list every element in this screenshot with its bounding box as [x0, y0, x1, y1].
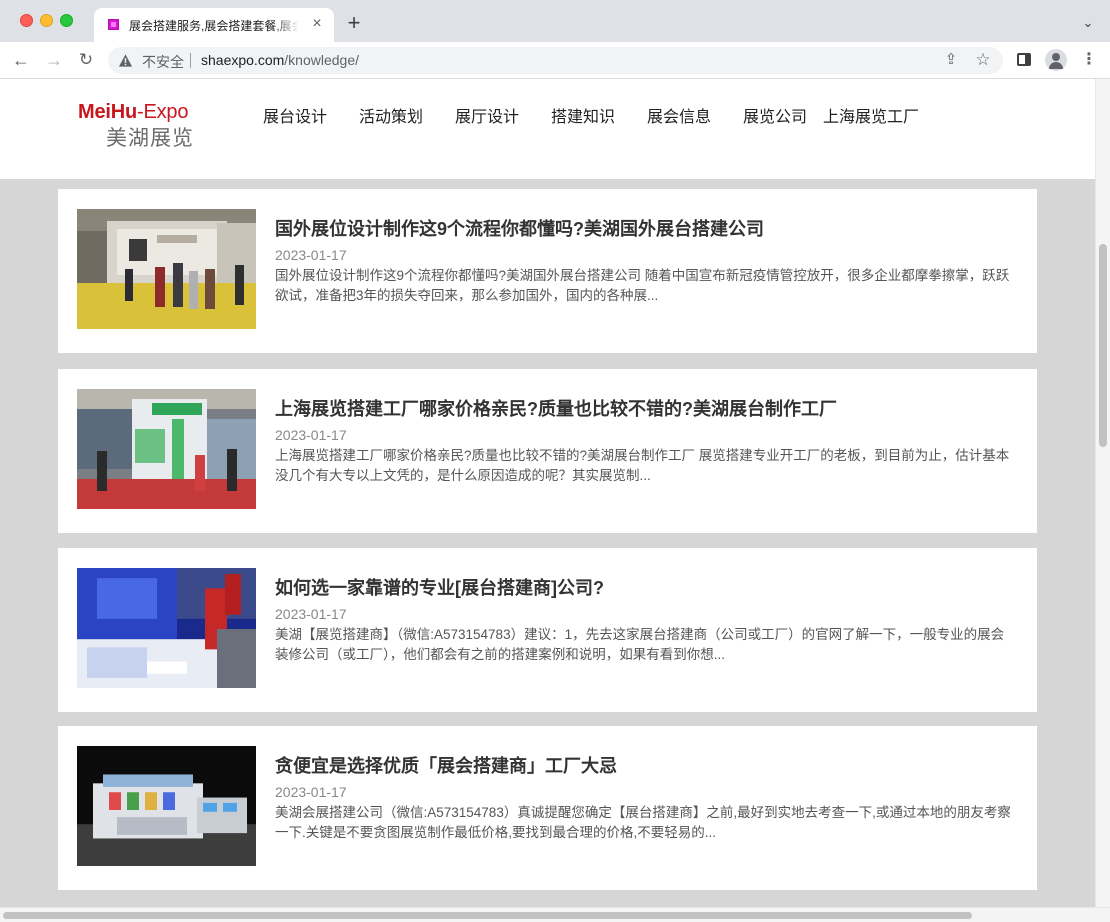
site-header: MeiHu-Expo 美湖展览 展台设计 活动策划 展厅设计 搭建知识 展会信息…: [0, 79, 1095, 179]
profile-avatar-icon[interactable]: [1045, 49, 1067, 71]
nav-item-event-planning[interactable]: 活动策划: [359, 103, 423, 127]
article-title[interactable]: 如何选一家靠谱的专业[展台搭建商]公司?: [275, 574, 604, 600]
logo-english-part1: MeiHu: [78, 101, 138, 123]
article-date: 2023-01-17: [275, 247, 347, 263]
forward-button[interactable]: →: [43, 49, 65, 71]
article-date: 2023-01-17: [275, 784, 347, 800]
window-minimize-button[interactable]: [40, 14, 53, 27]
article-thumbnail[interactable]: [77, 389, 256, 509]
new-tab-button[interactable]: +: [344, 12, 364, 34]
address-separator: [190, 53, 191, 68]
article-card: 贪便宜是选择优质「展会搭建商」工厂大忌 2023-01-17 美湖会展搭建公司（…: [58, 726, 1037, 890]
nav-item-build-knowledge[interactable]: 搭建知识: [551, 103, 615, 127]
horizontal-scrollbar-thumb[interactable]: [3, 912, 972, 919]
article-thumbnail[interactable]: [77, 568, 256, 688]
url-domain: shaexpo.com: [201, 52, 285, 68]
not-secure-label[interactable]: 不安全: [142, 52, 184, 72]
tab-search-chevron-icon[interactable]: ⌄: [1078, 13, 1098, 33]
article-excerpt: 国外展位设计制作这9个流程你都懂吗?美湖国外展台搭建公司 随着中国宣布新冠疫情管…: [275, 268, 1010, 303]
article-card: 如何选一家靠谱的专业[展台搭建商]公司? 2023-01-17 美湖【展览搭建商…: [58, 548, 1037, 712]
warning-icon[interactable]: [118, 53, 133, 68]
article-card: 上海展览搭建工厂哪家价格亲民?质量也比较不错的?美湖展台制作工厂 2023-01…: [58, 369, 1037, 533]
bookmark-star-icon[interactable]: ☆: [974, 51, 992, 69]
logo-chinese: 美湖展览: [106, 127, 194, 150]
article-excerpt: 美湖【展览搭建商】（微信:A573154783）建议：1，先去这家展台搭建商（公…: [275, 627, 1005, 662]
site-favicon-icon: [108, 19, 119, 30]
browser-tab[interactable]: 展会搭建服务,展会搭建套餐,展会搭建公司 ×: [94, 8, 334, 42]
article-title[interactable]: 国外展位设计制作这9个流程你都懂吗?美湖国外展台搭建公司: [275, 215, 764, 241]
site-logo[interactable]: MeiHu-Expo 美湖展览: [78, 101, 208, 151]
article-card: 国外展位设计制作这9个流程你都懂吗?美湖国外展台搭建公司 2023-01-17 …: [58, 189, 1037, 353]
article-thumbnail[interactable]: [77, 746, 256, 866]
share-icon[interactable]: ⇪: [942, 51, 960, 69]
article-date: 2023-01-17: [275, 427, 347, 443]
article-thumbnail[interactable]: [77, 209, 256, 329]
nav-item-expo-company[interactable]: 展览公司: [743, 103, 807, 127]
article-title[interactable]: 上海展览搭建工厂哪家价格亲民?质量也比较不错的?美湖展台制作工厂: [275, 395, 837, 421]
vertical-scrollbar[interactable]: [1095, 79, 1110, 907]
logo-english-part2: -Expo: [137, 101, 189, 123]
article-excerpt: 美湖会展搭建公司（微信:A573154783）真诚提醒您确定【展台搭建商】之前,…: [275, 805, 1011, 840]
tab-close-icon[interactable]: ×: [308, 15, 326, 33]
url-path: /knowledge/: [284, 52, 359, 68]
page-viewport: MeiHu-Expo 美湖展览 展台设计 活动策划 展厅设计 搭建知识 展会信息…: [0, 79, 1095, 907]
browser-menu-icon[interactable]: ⋮: [1079, 50, 1099, 70]
address-bar[interactable]: 不安全 shaexpo.com/knowledge/ ⇪ ☆: [108, 47, 1003, 74]
article-title[interactable]: 贪便宜是选择优质「展会搭建商」工厂大忌: [275, 752, 617, 778]
article-excerpt: 上海展览搭建工厂哪家价格亲民?质量也比较不错的?美湖展台制作工厂 展览搭建专业开…: [275, 448, 1010, 483]
nav-item-expo-info[interactable]: 展会信息: [647, 103, 711, 127]
url-text[interactable]: shaexpo.com/knowledge/: [201, 52, 359, 68]
nav-item-shanghai-factory[interactable]: 上海展览工厂: [823, 103, 919, 127]
horizontal-scrollbar[interactable]: [0, 907, 1110, 922]
logo-english: MeiHu-Expo: [78, 101, 188, 124]
browser-tab-bar: 展会搭建服务,展会搭建套餐,展会搭建公司 × + ⌄: [0, 0, 1110, 42]
article-date: 2023-01-17: [275, 606, 347, 622]
nav-item-booth-design[interactable]: 展台设计: [263, 103, 327, 127]
side-panel-icon[interactable]: [1014, 50, 1034, 70]
browser-toolbar: ← → ↻ 不安全 shaexpo.com/knowledge/ ⇪ ☆ ⋮: [0, 42, 1110, 79]
vertical-scrollbar-thumb[interactable]: [1099, 244, 1107, 447]
window-close-button[interactable]: [20, 14, 33, 27]
tab-title: 展会搭建服务,展会搭建套餐,展会搭建公司: [129, 19, 299, 33]
nav-item-hall-design[interactable]: 展厅设计: [455, 103, 519, 127]
window-maximize-button[interactable]: [60, 14, 73, 27]
back-button[interactable]: ←: [10, 49, 32, 71]
reload-button[interactable]: ↻: [75, 49, 97, 71]
